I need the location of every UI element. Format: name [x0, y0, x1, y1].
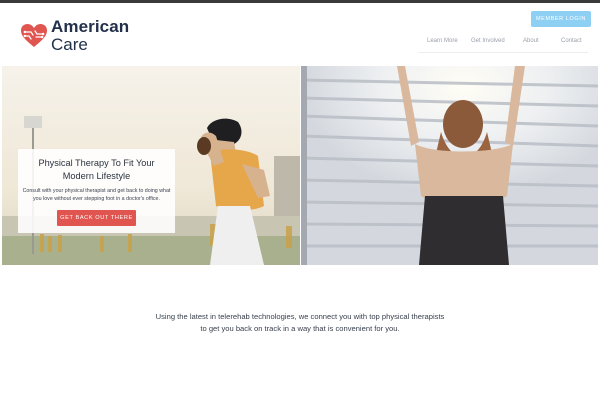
nav-divider: [418, 52, 588, 53]
get-back-out-there-button[interactable]: GET BACK OUT THERE: [57, 210, 136, 227]
member-login-button[interactable]: MEMBER LOGIN: [531, 11, 591, 27]
hero-card-title: Physical Therapy To Fit Your Modern Life…: [38, 158, 155, 181]
hero-card-body: Consult with your physical therapist and…: [22, 188, 171, 202]
top-strip: [0, 0, 600, 3]
nav-item-learn-more[interactable]: Learn More: [427, 38, 458, 44]
intro-line2: to get you back on track in a way that i…: [200, 323, 400, 333]
main-nav: Learn More Get Involved About Contact: [0, 38, 600, 48]
hero-card: Physical Therapy To Fit Your Modern Life…: [18, 149, 175, 233]
nav-item-get-involved[interactable]: Get Involved: [471, 38, 505, 44]
nav-item-about[interactable]: About: [523, 38, 539, 44]
intro-text: Using the latest in telerehab technologi…: [0, 311, 600, 334]
hero-banner: Physical Therapy To Fit Your Modern Life…: [2, 66, 598, 265]
hero-image-football: Physical Therapy To Fit Your Modern Life…: [2, 66, 300, 265]
nav-item-contact[interactable]: Contact: [561, 38, 582, 44]
hero-image-athlete: [301, 66, 598, 265]
intro-line1: Using the latest in telerehab technologi…: [155, 312, 445, 321]
athlete-photo: [301, 66, 598, 265]
brand-name-line1: American: [51, 17, 130, 36]
